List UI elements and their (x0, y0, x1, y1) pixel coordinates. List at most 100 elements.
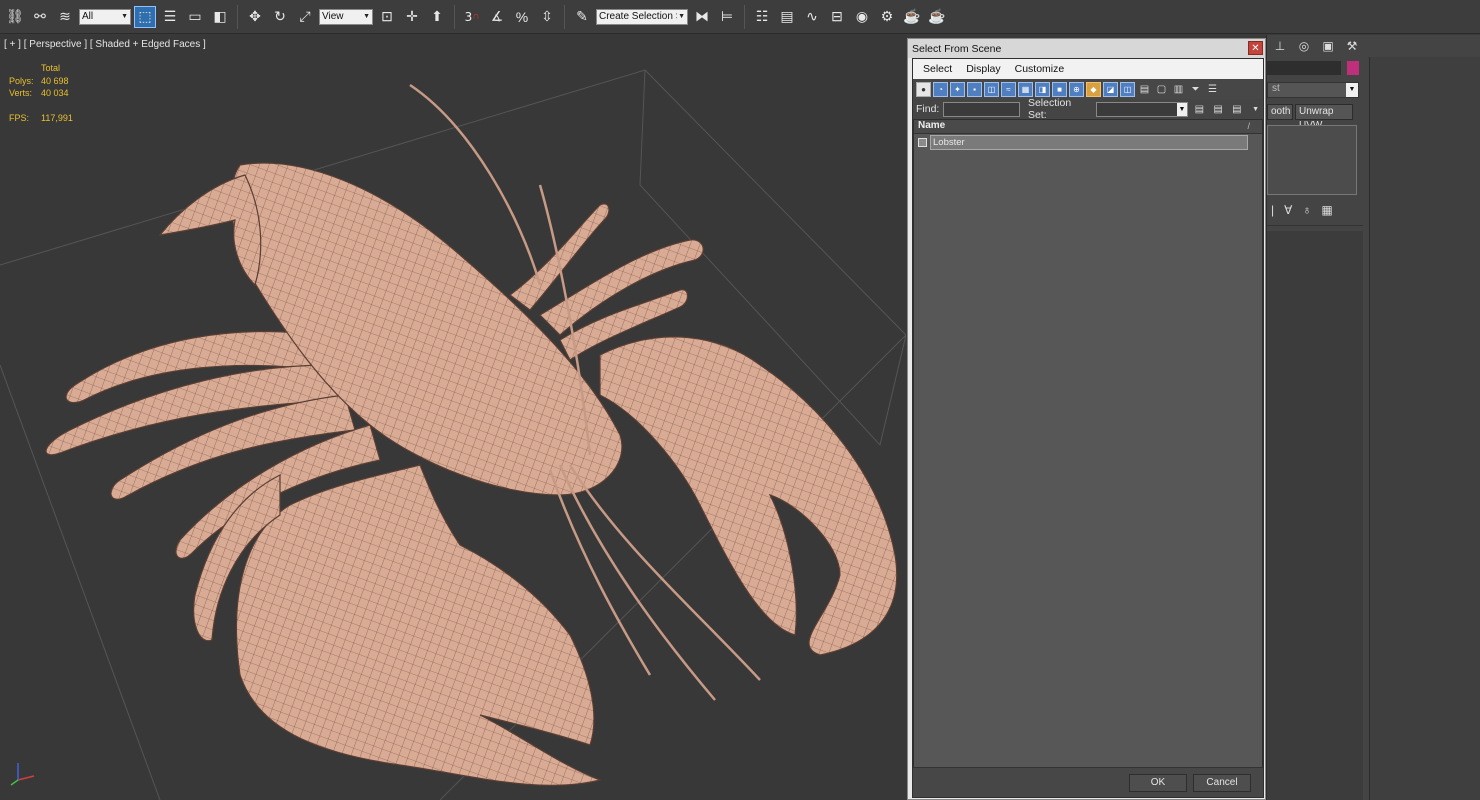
link-icon[interactable]: ⛓ (4, 6, 26, 28)
show-end-result-icon[interactable]: ∀ (1284, 203, 1292, 217)
configure-sets-icon[interactable]: ▦ (1321, 203, 1332, 217)
display-hidden-icon[interactable]: ◪ (1103, 81, 1118, 97)
reference-coordinate-dropdown[interactable]: View ▼ (319, 8, 373, 25)
render-production-icon[interactable]: ☕ (926, 6, 948, 28)
object-name-field[interactable] (1267, 61, 1341, 75)
dialog-button-bar: OK Cancel (913, 767, 1263, 797)
column-name-label: Name (918, 120, 946, 131)
filter-icon[interactable]: ⏷ (1188, 82, 1203, 97)
stats-total-label: Total (41, 63, 61, 73)
display-cameras-icon[interactable]: ▪ (967, 81, 982, 97)
display-groups-icon[interactable]: ▦ (1018, 81, 1033, 97)
display-tab-icon[interactable]: ▣ (1319, 37, 1337, 55)
selection-filter-value: All (82, 11, 94, 22)
render-setup-icon[interactable]: ⚙ (876, 6, 898, 28)
align-icon[interactable]: ⊨ (716, 6, 738, 28)
object-name: Lobster (930, 135, 1248, 150)
perspective-viewport[interactable]: [ + ] [ Perspective ] [ Shaded + Edged F… (0, 35, 906, 800)
display-lights-icon[interactable]: ✦ (950, 81, 965, 97)
mirror-icon[interactable]: ⧓ (691, 6, 713, 28)
unlink-icon[interactable]: ⚯ (29, 6, 51, 28)
create-selection-set-icon[interactable]: ▤ (1192, 102, 1207, 117)
named-selection-dropdown[interactable]: Create Selection Se▼ (596, 8, 688, 25)
snap-mode-number: 3 (464, 9, 473, 24)
ok-button[interactable]: OK (1129, 774, 1187, 792)
dialog-titlebar[interactable]: Select From Scene ✕ (908, 39, 1265, 58)
rectangular-selection-icon[interactable]: ▭ (184, 6, 206, 28)
menu-customize[interactable]: Customize (1015, 63, 1065, 75)
schematic-view-icon[interactable]: ⊟ (826, 6, 848, 28)
display-geometry-icon[interactable]: ● (916, 81, 931, 97)
select-invert-icon[interactable]: ▥ (1171, 82, 1186, 97)
make-unique-icon[interactable]: ♁ (1302, 203, 1311, 217)
scale-icon[interactable]: ⤢ (294, 6, 316, 28)
select-by-name-icon[interactable]: ☰ (159, 6, 181, 28)
toolbar-divider (454, 4, 455, 29)
cancel-button[interactable]: Cancel (1193, 774, 1251, 792)
rotate-icon[interactable]: ↻ (269, 6, 291, 28)
window-crossing-icon[interactable]: ◧ (209, 6, 231, 28)
modifier-list-dropdown[interactable]: st ▼ (1267, 82, 1359, 98)
polys-label: Polys: (9, 75, 34, 86)
expand-options-icon[interactable]: ▼ (1248, 102, 1263, 117)
modifier-stack-tools: | ∀ ♁ ▦ (1271, 203, 1333, 217)
scene-object-list[interactable]: Name / Lobster (913, 119, 1263, 769)
menu-display[interactable]: Display (966, 63, 1000, 75)
display-frozen-icon[interactable]: ◆ (1086, 81, 1101, 97)
select-none-icon[interactable]: ▢ (1154, 82, 1169, 97)
filter-settings-icon[interactable]: ☰ (1205, 82, 1220, 97)
display-bones-icon[interactable]: ■ (1052, 81, 1067, 97)
layer-manager-icon[interactable]: ☷ (751, 6, 773, 28)
command-panel-right-column (1369, 57, 1480, 800)
motion-tab-icon[interactable]: ◎ (1295, 37, 1313, 55)
column-header-name[interactable]: Name / (914, 120, 1262, 134)
command-panel: ⊥ ◎ ▣ ⚒ st ▼ ooth Unwrap UVW | ∀ ♁ ▦ (1266, 35, 1480, 800)
curve-editor-icon[interactable]: ∿ (801, 6, 823, 28)
sort-indicator-icon: / (1247, 121, 1250, 131)
axis-tripod-icon (10, 763, 35, 786)
selection-filter-dropdown[interactable]: All ▼ (79, 8, 131, 25)
named-selection-value: Create Selection Se (599, 11, 677, 22)
pin-stack-icon[interactable]: | (1271, 203, 1274, 217)
hierarchy-tab-icon[interactable]: ⊥ (1271, 37, 1289, 55)
remove-from-selection-set-icon[interactable]: ▤ (1229, 102, 1244, 117)
menu-select[interactable]: Select (923, 63, 952, 75)
lobster-model[interactable] (0, 35, 906, 800)
bind-space-warp-icon[interactable]: ≋ (54, 6, 76, 28)
spinner-snap-icon[interactable]: ⇳ (536, 6, 558, 28)
edit-named-selections-icon[interactable]: ✎ (571, 6, 593, 28)
find-input[interactable] (943, 101, 1020, 117)
display-all-icon[interactable]: ◫ (1120, 81, 1135, 97)
display-containers-icon[interactable]: ⊕ (1069, 81, 1084, 97)
list-item[interactable]: Lobster (914, 135, 1262, 150)
add-to-selection-set-icon[interactable]: ▤ (1211, 102, 1226, 117)
display-helpers-icon[interactable]: ◫ (984, 81, 999, 97)
keyboard-shortcut-override-icon[interactable]: ⬆ (426, 6, 448, 28)
close-button[interactable]: ✕ (1248, 41, 1263, 55)
find-label: Find: (916, 103, 940, 115)
modifier-stack-list[interactable] (1267, 125, 1357, 195)
object-color-swatch[interactable] (1347, 61, 1359, 75)
toolbar-divider (237, 4, 238, 29)
display-xrefs-icon[interactable]: ◨ (1035, 81, 1050, 97)
snap-toggle-button[interactable]: 3 ∩ (461, 6, 483, 28)
pivot-point-icon[interactable]: ⊡ (376, 6, 398, 28)
select-manipulate-icon[interactable]: ✛ (401, 6, 423, 28)
polys-value: 40 698 (41, 75, 69, 86)
select-object-button[interactable]: ⬚ (134, 5, 156, 28)
rendered-frame-window-icon[interactable]: ☕ (901, 6, 923, 28)
select-from-scene-dialog: Select From Scene ✕ Select Display Custo… (907, 38, 1266, 800)
scene-explorer-icon[interactable]: ▤ (776, 6, 798, 28)
angle-snap-icon[interactable]: ∡ (486, 6, 508, 28)
move-icon[interactable]: ✥ (244, 6, 266, 28)
material-editor-icon[interactable]: ◉ (851, 6, 873, 28)
display-shapes-icon[interactable]: ◔ (933, 81, 948, 97)
selection-set-dropdown[interactable]: ▼ (1095, 101, 1188, 117)
select-all-icon[interactable]: ▤ (1137, 82, 1152, 97)
percent-snap-icon[interactable]: % (511, 6, 533, 28)
utilities-tab-icon[interactable]: ⚒ (1343, 37, 1361, 55)
viewport-label[interactable]: [ + ] [ Perspective ] [ Shaded + Edged F… (4, 39, 206, 50)
smooth-button[interactable]: ooth (1267, 104, 1293, 120)
unwrap-uvw-button[interactable]: Unwrap UVW (1295, 104, 1353, 131)
display-space-warps-icon[interactable]: ≈ (1001, 81, 1016, 97)
